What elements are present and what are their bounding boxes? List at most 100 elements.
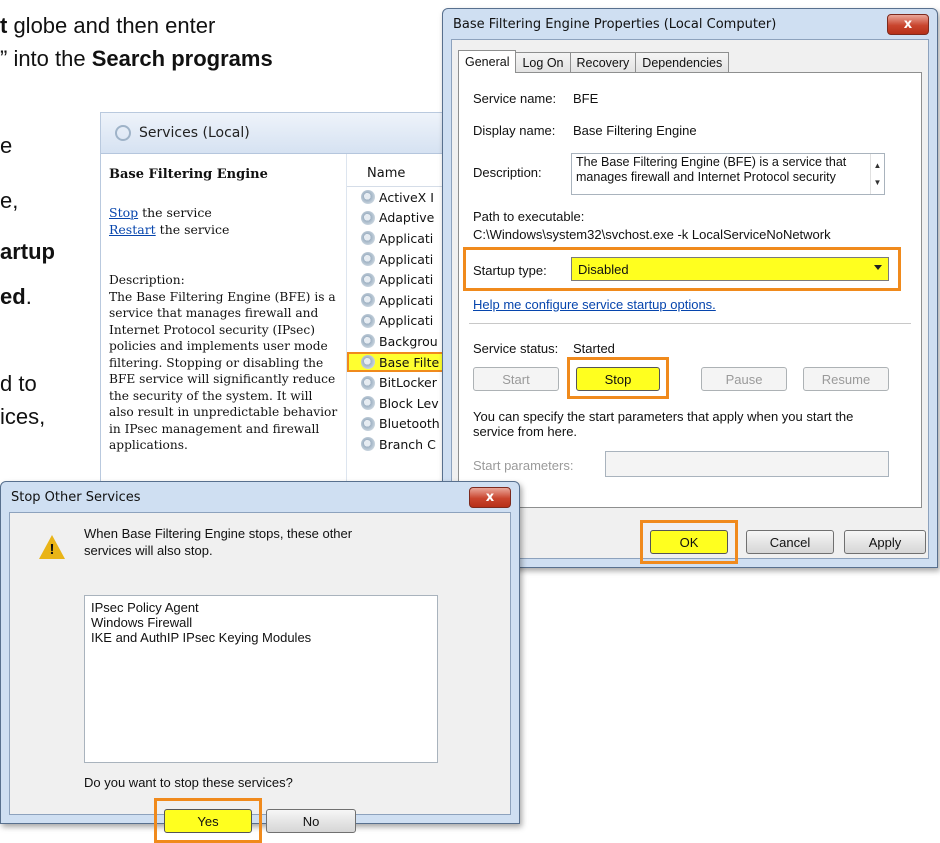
instruction-line-3: e — [0, 133, 13, 158]
service-gear-icon — [361, 355, 375, 370]
no-button[interactable]: No — [266, 809, 356, 833]
tab-log-on[interactable]: Log On — [515, 52, 571, 72]
dependent-service-item: Windows Firewall — [91, 615, 193, 630]
stop-service-suffix: the service — [138, 205, 212, 220]
service-row[interactable]: Applicati — [347, 249, 446, 270]
service-row[interactable]: Branch C — [347, 434, 446, 455]
service-row[interactable]: Block Lev — [347, 393, 446, 414]
properties-dialog-title: Base Filtering Engine Properties (Local … — [453, 16, 777, 32]
startup-type-highlight — [463, 247, 901, 291]
stop-dialog-titlebar: Stop Other Services x — [1, 482, 519, 512]
service-row[interactable]: BitLocker — [347, 372, 446, 393]
properties-tabs: General Log On Recovery Dependencies — [458, 50, 730, 73]
services-list: Name ActiveX I Adaptive Applicati Applicati… — [346, 154, 446, 483]
instruction-line-6: ed. — [0, 284, 32, 309]
service-description-label: Description: — [109, 273, 185, 287]
service-gear-icon — [361, 375, 375, 390]
tab-dependencies[interactable]: Dependencies — [635, 52, 730, 72]
service-row-name: ActiveX I — [379, 189, 434, 205]
service-status-value: Started — [573, 341, 615, 356]
service-row-name: Adaptive — [379, 210, 435, 226]
start-params-label: Start parameters: — [473, 458, 574, 473]
properties-titlebar: Base Filtering Engine Properties (Local … — [443, 9, 937, 39]
service-gear-icon — [361, 293, 375, 308]
ok-button-highlight — [640, 520, 738, 564]
service-row-name: BitLocker — [379, 375, 437, 391]
stop-dialog-close-button[interactable]: x — [469, 487, 511, 508]
stop-button-highlight — [567, 357, 669, 399]
scroll-down-icon: ▼ — [873, 178, 882, 187]
description-text: The Base Filtering Engine (BFE) is a ser… — [576, 155, 847, 184]
stop-service-link[interactable]: Stop — [109, 205, 138, 220]
service-gear-icon — [361, 252, 375, 267]
service-gear-icon — [361, 210, 375, 225]
service-row[interactable]: Applicati — [347, 290, 446, 311]
service-gear-icon — [361, 190, 375, 205]
yes-button-highlight — [154, 798, 262, 843]
tab-recovery[interactable]: Recovery — [569, 52, 637, 72]
service-gear-icon — [361, 231, 375, 246]
resume-button[interactable]: Resume — [803, 367, 889, 391]
dependent-service-item: IKE and AuthIP IPsec Keying Modules — [91, 630, 312, 645]
services-panel-header: Services (Local) — [101, 113, 446, 154]
service-gear-icon — [361, 313, 375, 328]
start-button[interactable]: Start — [473, 367, 559, 391]
service-row-name: Branch C — [379, 436, 436, 452]
service-row-name: Block Lev — [379, 395, 439, 411]
service-row-name: Backgrou — [379, 333, 438, 349]
stop-dialog-title: Stop Other Services — [11, 489, 141, 505]
display-name-value: Base Filtering Engine — [573, 123, 697, 138]
path-label: Path to executable: — [473, 209, 585, 224]
services-panel: Services (Local) Base Filtering Engine S… — [100, 112, 447, 484]
service-row[interactable]: Backgrou — [347, 331, 446, 352]
description-label: Description: — [473, 165, 542, 180]
help-configure-link[interactable]: Help me configure service startup option… — [473, 297, 716, 312]
warning-exclamation: ! — [49, 541, 55, 558]
name-column-header[interactable]: Name — [347, 162, 446, 187]
apply-button[interactable]: Apply — [844, 530, 926, 554]
service-gear-icon — [361, 437, 375, 452]
service-row[interactable]: Applicati — [347, 228, 446, 249]
service-row[interactable]: Applicati — [347, 269, 446, 290]
service-gear-icon — [361, 396, 375, 411]
service-row-name: Base Filte — [379, 354, 440, 370]
stop-dialog-question: Do you want to stop these services? — [84, 775, 293, 790]
restart-service-link[interactable]: Restart — [109, 222, 156, 237]
service-action-links: Stop the service Restart the service — [109, 204, 354, 238]
start-params-note: You can specify the start parameters tha… — [473, 409, 854, 439]
close-icon: x — [903, 17, 913, 32]
close-icon: x — [485, 490, 495, 505]
service-row-name: Applicati — [379, 230, 434, 246]
service-row[interactable]: Base Filte — [347, 351, 446, 373]
service-row[interactable]: Adaptive — [347, 208, 446, 229]
separator — [469, 323, 911, 324]
instruction-line-8: ices, — [0, 404, 46, 429]
stop-other-services-dialog: Stop Other Services x ! When Base Filter… — [0, 481, 520, 843]
service-details-pane: Base Filtering Engine Stop the service R… — [101, 154, 354, 483]
properties-client: General Log On Recovery Dependencies Ser… — [451, 39, 929, 564]
instruction-line-7: d to — [0, 371, 37, 396]
service-row[interactable]: ActiveX I — [347, 187, 446, 208]
description-scrollbar[interactable]: ▲ ▼ — [870, 154, 884, 194]
service-row-name: Applicati — [379, 272, 434, 288]
service-row[interactable]: Applicati — [347, 311, 446, 332]
service-gear-icon — [361, 334, 375, 349]
service-row[interactable]: Bluetooth — [347, 414, 446, 435]
cancel-button[interactable]: Cancel — [746, 530, 834, 554]
general-tab-panel: Service name: BFE Display name: Base Fil… — [458, 72, 922, 508]
services-rows: ActiveX I Adaptive Applicati Applicati Appli… — [347, 187, 446, 455]
service-status-label: Service status: — [473, 341, 559, 356]
tab-general[interactable]: General — [458, 50, 517, 73]
instruction-line-4: e, — [0, 188, 19, 213]
description-box[interactable]: The Base Filtering Engine (BFE) is a ser… — [571, 153, 885, 195]
dependent-service-item: IPsec Policy Agent — [91, 600, 199, 615]
instruction-line-1: t globe and then enter — [0, 13, 216, 38]
scroll-up-icon: ▲ — [873, 161, 882, 170]
properties-close-button[interactable]: x — [887, 14, 929, 35]
pause-button[interactable]: Pause — [701, 367, 787, 391]
service-row-name: Bluetooth — [379, 416, 440, 432]
dependent-services-list[interactable]: IPsec Policy Agent Windows Firewall IKE … — [84, 595, 438, 763]
services-gear-icon — [115, 125, 131, 141]
start-params-input[interactable] — [605, 451, 889, 477]
service-row-name: Applicati — [379, 251, 434, 267]
